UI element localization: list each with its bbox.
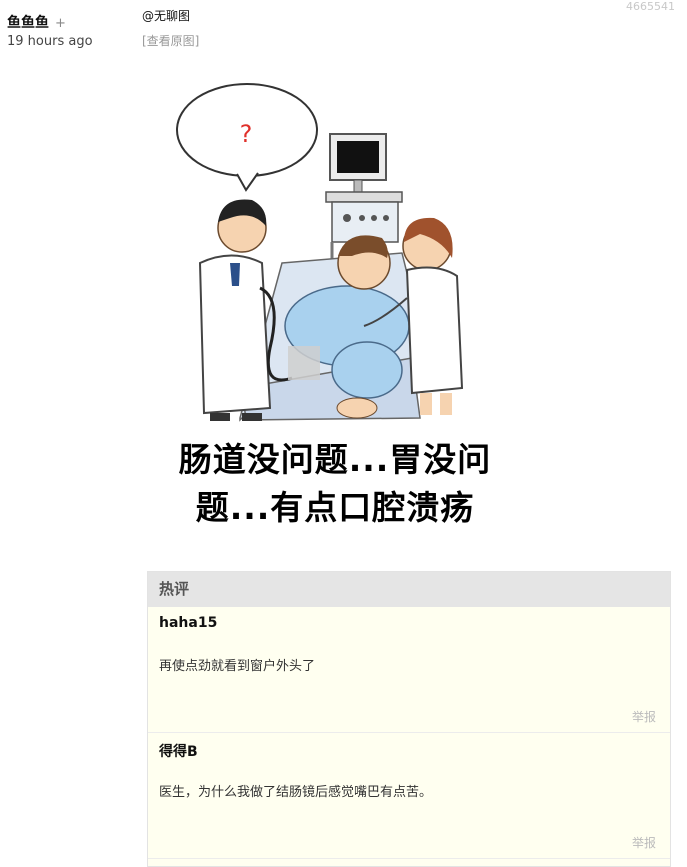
comment-text: 医生，为什么我做了结肠镜后感觉嘴巴有点苦。 <box>159 785 433 800</box>
comment-user[interactable]: 得得B <box>159 741 198 761</box>
post-author[interactable]: 鱼鱼鱼 + <box>7 12 66 32</box>
comment-item: 得得B 医生，为什么我做了结肠镜后感觉嘴巴有点苦。 举报 <box>148 733 670 859</box>
caption-line-2: 题...有点口腔溃疡 <box>195 488 475 527</box>
comment-item: haha15 再使点劲就看到窗户外头了 举报 <box>148 607 670 733</box>
post-source: @无聊图 <box>142 9 191 23</box>
post-time: 19 hours ago <box>7 34 93 49</box>
report-link[interactable]: 举报 <box>632 708 656 725</box>
caption-line-1: 肠道没问题...胃没问 <box>178 440 492 479</box>
hot-comments-title: 热评 <box>148 572 670 607</box>
author-name[interactable]: 鱼鱼鱼 <box>7 15 49 31</box>
post-id: 4665541 <box>626 0 675 13</box>
report-link[interactable]: 举报 <box>632 834 656 851</box>
comment-user[interactable]: haha15 <box>159 615 217 631</box>
view-original-link[interactable]: [查看原图] <box>142 32 199 49</box>
comment-text: 再使点劲就看到窗户外头了 <box>159 659 316 674</box>
meme-caption: 肠道没问题...胃没问 题...有点口腔溃疡 <box>142 436 528 532</box>
hot-comments-panel: 热评 haha15 再使点劲就看到窗户外头了 举报 得得B 医生，为什么我做了结… <box>147 571 671 867</box>
meme-image[interactable]: ? 肠道没问题...胃没问 题...有点口腔溃疡 <box>142 58 528 540</box>
follow-button[interactable]: + <box>55 16 66 31</box>
